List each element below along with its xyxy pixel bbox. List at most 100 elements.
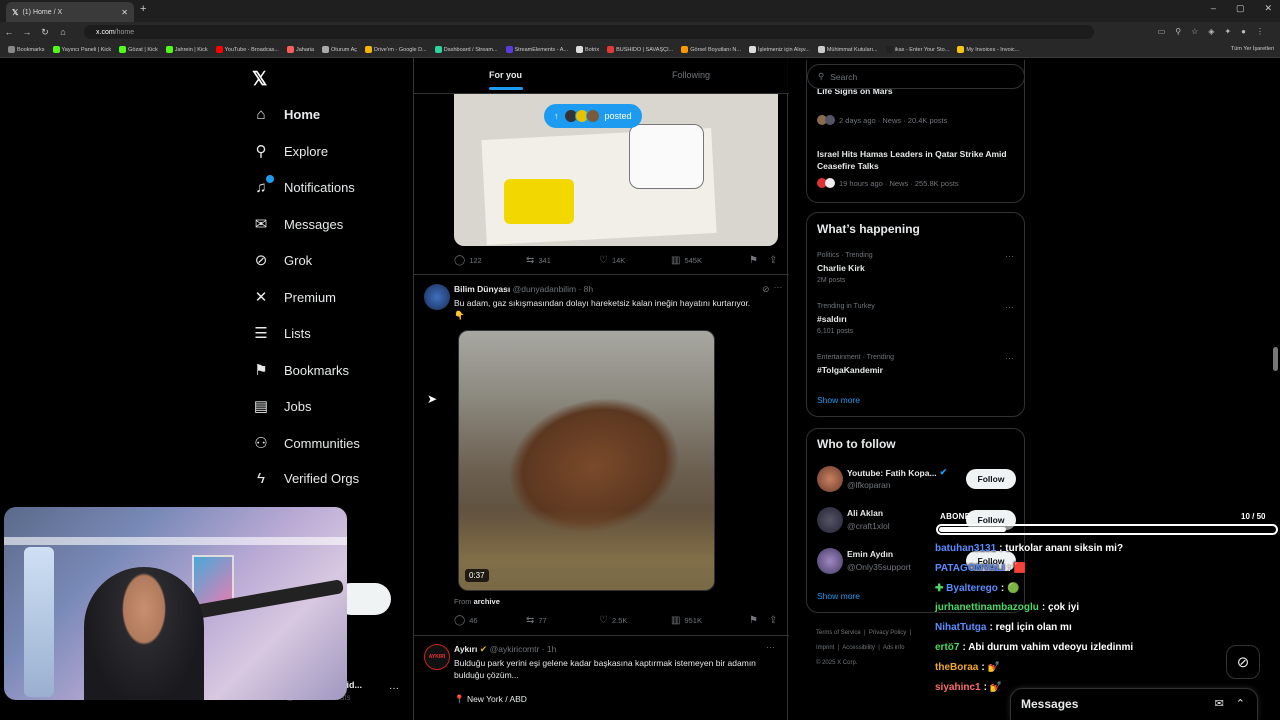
tab-for-you[interactable]: For you [489, 70, 523, 90]
puzzle-icon[interactable]: ✦ [1224, 27, 1231, 36]
avatar[interactable]: AYKIRI [424, 644, 450, 670]
home-browser-icon[interactable]: ⌂ [54, 27, 72, 37]
profile-more-icon[interactable]: ··· [389, 683, 399, 694]
new-posts-pill[interactable]: ↑ posted [544, 104, 642, 128]
like-button[interactable]: ♡ 2.5K [599, 615, 671, 626]
bookmark-item[interactable]: Dashboard / Stream... [431, 46, 502, 53]
nav-item-verified-orgs[interactable]: ϟ Verified Orgs [252, 470, 359, 487]
avatar[interactable] [424, 284, 450, 310]
nav-item-messages[interactable]: ✉ Messages [252, 215, 344, 233]
nav-item-communities[interactable]: ⚇ Communities [252, 434, 360, 452]
trend-name[interactable]: #saldırı [817, 314, 847, 324]
nav-item-explore[interactable]: ⚲ Explore [252, 142, 329, 160]
follow-button[interactable]: Follow [966, 469, 1016, 489]
new-tab-button[interactable]: + [140, 3, 146, 15]
bookmark-item[interactable]: İşletmeniz için Alışv... [745, 46, 814, 53]
back-icon[interactable]: ← [0, 27, 18, 37]
reply-button[interactable]: ◯ 46 [454, 615, 526, 626]
ads-info-link[interactable]: Ads info [883, 645, 905, 651]
more-options-icon[interactable]: ··· [1005, 353, 1014, 363]
avatar[interactable] [817, 507, 843, 533]
follow-suggestion-name[interactable]: Youtube: Fatih Kopa... ✔ [847, 467, 947, 478]
bookmark-item[interactable]: StreamElements - A... [502, 46, 573, 53]
imprint-link[interactable]: Imprint [816, 645, 834, 651]
author-name[interactable]: Aykırı [454, 644, 477, 654]
menu-dots-icon[interactable]: ⋮ [1256, 27, 1264, 36]
terms-link[interactable]: Terms of Service [816, 630, 861, 636]
nav-item-lists[interactable]: ☰ Lists [252, 324, 310, 342]
privacy-link[interactable]: Privacy Policy [869, 630, 906, 636]
bookmark-item[interactable]: Botrix [572, 46, 603, 53]
follow-suggestion-name[interactable]: Emin Aydın [847, 549, 893, 559]
scrollbar-thumb[interactable] [1273, 347, 1278, 371]
show-more-link[interactable]: Show more [817, 395, 860, 405]
nav-item-bookmarks[interactable]: ⚑ Bookmarks [252, 361, 349, 379]
share-button[interactable]: ⇪ [769, 615, 777, 626]
author-name[interactable]: Bilim Dünyası [454, 284, 510, 294]
avatar[interactable] [817, 466, 843, 492]
bookmark-button[interactable]: ⚑ [749, 255, 769, 266]
bookmark-button[interactable]: ⚑ [749, 615, 769, 626]
views-button[interactable]: ▥ 545K [671, 255, 749, 266]
bookmark-item[interactable]: Drive'ım - Google D... [361, 46, 431, 53]
forward-icon[interactable]: → [18, 27, 36, 37]
more-options-icon[interactable]: ··· [1005, 251, 1014, 261]
nav-item-notifications[interactable]: ♫ Notifications [252, 175, 355, 196]
profile-icon[interactable]: ● [1241, 27, 1246, 36]
search-input[interactable]: ⚲ Search [807, 64, 1025, 89]
scrollbar[interactable] [1273, 62, 1278, 712]
show-more-link[interactable]: Show more [817, 591, 860, 601]
news-title[interactable]: Israel Hits Hamas Leaders in Qatar Strik… [817, 148, 1017, 172]
repost-button[interactable]: ⇆ 77 [526, 615, 599, 626]
tab-following[interactable]: Following [672, 70, 710, 80]
star-icon[interactable]: ☆ [1191, 27, 1198, 36]
bookmark-item[interactable]: Oturum Aç [318, 46, 361, 53]
bookmark-item[interactable]: BUSHIDO | SAVAŞÇI... [603, 46, 677, 53]
repost-button[interactable]: ⇆ 341 [526, 255, 599, 266]
messages-drawer[interactable]: Messages ✉ ⌃ [1010, 688, 1258, 720]
bookmark-item[interactable]: Görsel Boyutlanı N... [677, 46, 745, 53]
bookmark-item[interactable]: Bookmarks [4, 46, 49, 53]
bookmark-item[interactable]: Mühimmat Kutuları... [814, 46, 882, 53]
share-button[interactable]: ⇪ [769, 255, 777, 266]
extension-icon[interactable]: ◈ [1208, 27, 1214, 36]
bookmark-item[interactable]: My Invoices - Invoic... [953, 46, 1023, 53]
grok-icon[interactable]: ⊘ [1226, 645, 1260, 679]
reply-button[interactable]: ◯ 122 [454, 255, 526, 266]
from-source-link[interactable]: archive [474, 597, 500, 606]
more-options-icon[interactable]: ··· [766, 642, 775, 652]
avatar[interactable] [817, 548, 843, 574]
views-button[interactable]: ▥ 951K [671, 615, 749, 626]
trend-name[interactable]: #TolgaKandemir [817, 365, 883, 375]
post-video[interactable]: 0:37 [458, 330, 715, 591]
nav-item-grok[interactable]: ⊘ Grok [252, 251, 312, 269]
like-button[interactable]: ♡ 14K [599, 255, 671, 266]
bookmark-item[interactable]: Gözat | Kick [115, 46, 162, 53]
expand-icon[interactable]: ⌃ [1236, 697, 1245, 710]
bookmark-item[interactable]: Yayıncı Paneli | Kick [49, 46, 116, 53]
bookmark-item[interactable]: ikas - Enter Your Sto... [882, 46, 954, 53]
browser-tab[interactable]: 𝕏 (1) Home / X ✕ [6, 2, 134, 22]
zoom-icon[interactable]: ⚲ [1175, 27, 1181, 36]
bookmark-item[interactable]: Jahrein | Kick [162, 46, 212, 53]
nav-item-jobs[interactable]: ▤ Jobs [252, 397, 312, 415]
all-bookmarks[interactable]: Tüm Yer İşaretleri [1231, 46, 1274, 52]
accessibility-link[interactable]: Accessibility [842, 645, 875, 651]
maximize-icon[interactable]: ▢ [1236, 3, 1245, 14]
follow-suggestion-name[interactable]: Ali Aklan [847, 508, 883, 518]
url-bar[interactable]: x.com/home [84, 25, 1094, 39]
nav-item-premium[interactable]: ✕ Premium [252, 288, 336, 306]
bookmark-item[interactable]: Jaharia [283, 46, 318, 53]
more-options-icon[interactable]: ··· [766, 282, 783, 292]
nav-item-home[interactable]: ⌂ Home [252, 106, 320, 123]
minimize-icon[interactable]: – [1211, 3, 1216, 14]
x-logo-icon[interactable]: 𝕏 [252, 68, 267, 91]
close-window-icon[interactable]: ✕ [1264, 3, 1272, 14]
close-tab-icon[interactable]: ✕ [121, 8, 128, 17]
more-options-icon[interactable]: ··· [1005, 302, 1014, 312]
trend-name[interactable]: Charlie Kirk [817, 263, 865, 273]
cast-icon[interactable]: ▭ [1158, 27, 1166, 36]
new-message-icon[interactable]: ✉ [1215, 697, 1224, 710]
reload-icon[interactable]: ↻ [36, 27, 54, 38]
bookmark-item[interactable]: YouTube - Broadcas... [212, 46, 283, 53]
